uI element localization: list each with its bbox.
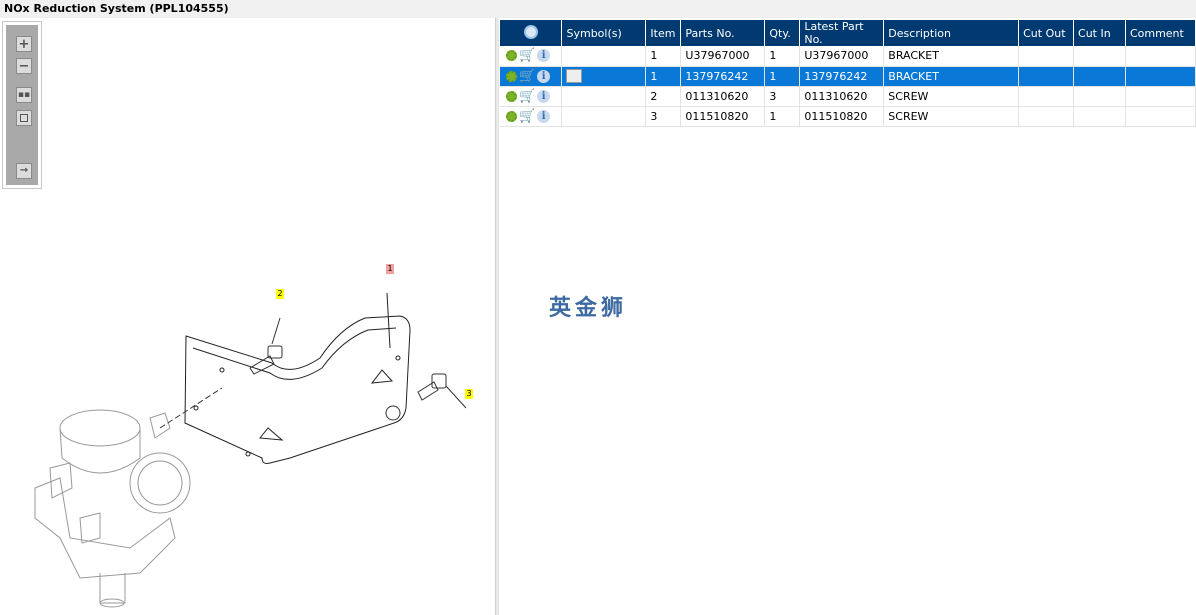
watermark: 英金狮: [549, 296, 628, 321]
latest-part-no-cell: 011310620: [799, 86, 885, 107]
description-cell: BRACKET: [883, 66, 1020, 87]
info-icon[interactable]: i: [537, 49, 551, 63]
gear-icon[interactable]: [506, 70, 517, 82]
cut-in-cell: [1073, 46, 1126, 67]
info-icon[interactable]: i: [537, 109, 551, 123]
column-description[interactable]: Description: [883, 20, 1020, 46]
screw-3: [385, 373, 467, 421]
cut-out-cell: [1018, 66, 1075, 87]
description-cell: SCREW: [883, 106, 1020, 127]
cart-icon[interactable]: 🛒: [519, 69, 535, 84]
info-icon[interactable]: i: [537, 69, 551, 83]
qty-cell: 1: [764, 106, 801, 127]
column-qty[interactable]: Qty.: [764, 20, 801, 46]
cart-icon[interactable]: 🛒: [519, 48, 535, 63]
comment-cell: [1125, 66, 1196, 87]
book-magnifier-icon[interactable]: [566, 69, 583, 83]
comment-cell: [1125, 86, 1196, 107]
cut-in-cell: [1073, 86, 1126, 107]
gear-icon[interactable]: [506, 90, 517, 102]
row-actions: 🛒 i: [500, 86, 563, 107]
callout-3[interactable]: 3: [465, 389, 473, 399]
gear-icon[interactable]: [506, 110, 517, 122]
symbol-cell: [561, 106, 647, 127]
row-actions: 🛒 i: [500, 106, 563, 127]
latest-part-no-cell: 011510820: [799, 106, 885, 127]
screw-2: [249, 317, 283, 375]
parts-no-cell: 011510820: [680, 106, 766, 127]
callout-2[interactable]: 2: [276, 289, 284, 299]
drawing-pane[interactable]: + − ▪▪ → 1 2 3: [0, 18, 495, 615]
search-list-icon: [523, 24, 538, 39]
table-row[interactable]: 🛒 i 3 011510820 1 011510820 SCREW: [500, 106, 1196, 127]
parts-no-cell: U37967000: [680, 46, 766, 67]
pump-part: [34, 387, 223, 608]
table-row[interactable]: 🛒 i 2 011310620 3 011310620 SCREW: [500, 86, 1196, 107]
symbol-cell: [561, 66, 647, 87]
item-cell: 1: [645, 66, 682, 87]
callout-1[interactable]: 1: [386, 264, 394, 274]
column-symbols[interactable]: Symbol(s): [561, 20, 647, 46]
cut-out-cell: [1018, 46, 1075, 67]
cut-in-cell: [1073, 66, 1126, 87]
column-item[interactable]: Item: [645, 20, 682, 46]
item-cell: 2: [645, 86, 682, 107]
cut-in-cell: [1073, 106, 1126, 127]
symbol-cell: [561, 86, 647, 107]
cart-icon[interactable]: 🛒: [519, 89, 535, 104]
comment-cell: [1125, 46, 1196, 67]
item-cell: 1: [645, 46, 682, 67]
cut-out-cell: [1018, 106, 1075, 127]
table-row[interactable]: 🛒 i 1 U37967000 1 U37967000 BRACKET: [500, 46, 1196, 67]
column-search[interactable]: [500, 20, 563, 46]
parts-list-pane: Symbol(s) Item Parts No. Qty. Latest Par…: [499, 18, 1196, 615]
symbol-cell: [561, 46, 647, 67]
parts-table: Symbol(s) Item Parts No. Qty. Latest Par…: [500, 20, 1196, 127]
qty-cell: 1: [764, 46, 801, 67]
column-cut-in[interactable]: Cut In: [1073, 20, 1126, 46]
latest-part-no-cell: U37967000: [799, 46, 885, 67]
column-latest-part-no[interactable]: Latest Part No.: [799, 20, 885, 46]
bracket-part: [184, 292, 411, 464]
column-cut-out[interactable]: Cut Out: [1018, 20, 1075, 46]
parts-no-cell: 011310620: [680, 86, 766, 107]
cart-icon[interactable]: 🛒: [519, 109, 535, 124]
qty-cell: 1: [764, 66, 801, 87]
column-comment[interactable]: Comment: [1125, 20, 1196, 46]
description-cell: BRACKET: [883, 46, 1020, 67]
latest-part-no-cell: 137976242: [799, 66, 885, 87]
cut-out-cell: [1018, 86, 1075, 107]
qty-cell: 3: [764, 86, 801, 107]
column-parts-no[interactable]: Parts No.: [680, 20, 766, 46]
item-cell: 3: [645, 106, 682, 127]
table-row[interactable]: 🛒 i 1 137976242 1 137976242 BRACKET: [500, 66, 1196, 87]
comment-cell: [1125, 106, 1196, 127]
row-actions: 🛒 i: [500, 46, 563, 67]
parts-drawing: [34, 292, 467, 608]
row-actions: 🛒 i: [500, 66, 563, 87]
window-title: NOx Reduction System (PPL104555): [0, 0, 1196, 18]
gear-icon[interactable]: [506, 50, 517, 62]
description-cell: SCREW: [883, 86, 1020, 107]
info-icon[interactable]: i: [537, 89, 551, 103]
parts-no-cell: 137976242: [680, 66, 766, 87]
table-header: Symbol(s) Item Parts No. Qty. Latest Par…: [500, 20, 1196, 46]
